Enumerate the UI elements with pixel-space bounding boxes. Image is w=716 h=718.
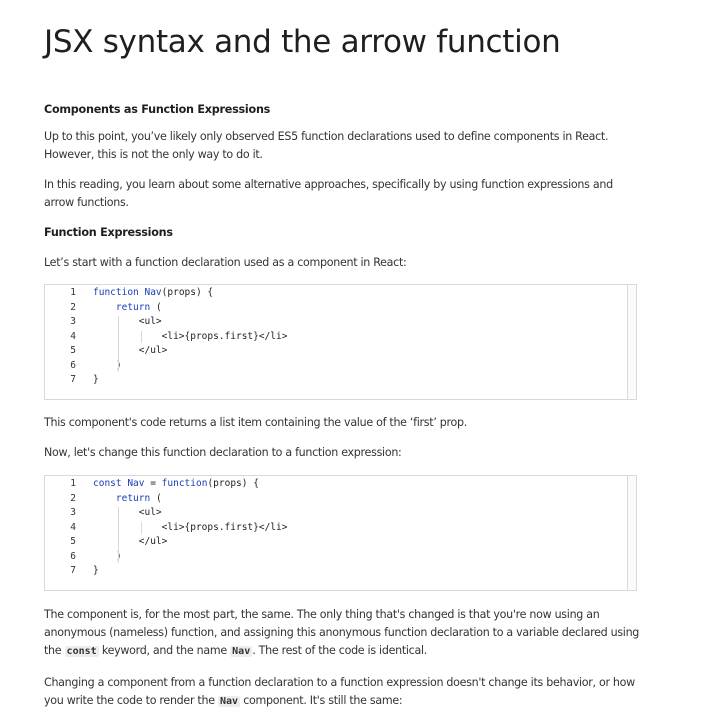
inline-code-nav: Nav (230, 646, 253, 657)
code-line: 1 const Nav = function(props) { (45, 477, 605, 492)
code-token: <ul> (93, 316, 162, 327)
line-number: 6 (70, 550, 76, 562)
line-number: 2 (70, 492, 76, 504)
code-line: 3 <ul> (45, 506, 605, 521)
code-line: 7} (45, 564, 605, 579)
line-number: 4 (70, 330, 76, 342)
code-token: } (93, 565, 99, 576)
line-number: 5 (70, 536, 76, 547)
code-text: return ( (93, 301, 162, 316)
code-text: <li>{props.first}</li> (93, 330, 288, 345)
code-scrollbar[interactable] (627, 285, 636, 399)
line-number: 7 (70, 565, 76, 576)
code-token: <li>{props.first}</li> (93, 521, 288, 533)
code-text: } (93, 564, 99, 579)
declaration-intro-paragraph: Let’s start with a function declaration … (44, 256, 407, 269)
code-keyword: Nav (121, 478, 145, 489)
behavior-unchanged-paragraph: Changing a component from a function dec… (44, 676, 635, 707)
code-text: } (93, 373, 99, 388)
line-number: 4 (70, 521, 76, 533)
code-token: ( (150, 301, 162, 313)
code-token: </ul> (93, 345, 168, 356)
code-keyword: return (115, 301, 151, 313)
section-heading-components-as-function-expressions: Components as Function Expressions (44, 103, 271, 116)
line-number: 3 (70, 316, 76, 327)
code-block-function-declaration: 1 function Nav(props) {2 return (3 <ul> 4 … (44, 284, 637, 400)
inline-code-const: const (64, 646, 99, 657)
line-number: 7 (70, 374, 76, 385)
code-text: </ul> (93, 535, 168, 550)
code-line: 1 function Nav(props) { (45, 286, 605, 301)
code-line: 2 return ( (45, 492, 605, 507)
inline-code-nav: Nav (217, 696, 241, 707)
indent-guide (117, 507, 119, 563)
code-token: } (93, 374, 99, 385)
code-token: (props) { (161, 287, 214, 298)
intro-paragraph: Up to this point, you’ve likely only obs… (44, 130, 609, 161)
code-token: ( (150, 492, 162, 504)
code-line: 2 return ( (45, 301, 605, 316)
code-keyword: function (93, 287, 139, 298)
code-keyword: function (161, 478, 208, 489)
line-number: 1 (70, 287, 76, 298)
code-token: </ul> (93, 536, 168, 547)
code-text: <li>{props.first}</li> (93, 521, 288, 536)
code-line: 4 <li>{props.first}</li> (45, 521, 605, 536)
code-text: return ( (93, 492, 162, 507)
code-token: <li>{props.first}</li> (93, 330, 288, 342)
code-block-function-expression: 1 const Nav = function(props) {2 return (… (44, 475, 637, 591)
code-keyword: const (93, 478, 122, 489)
code-token: <ul> (93, 507, 162, 518)
code-scrollbar[interactable] (627, 476, 636, 590)
line-number: 6 (70, 359, 76, 371)
code-line: 6 ) (45, 359, 605, 374)
code-keyword: Nav (138, 287, 162, 298)
code-line: 5 </ul> (45, 535, 605, 550)
code-text: </ul> (93, 344, 168, 359)
line-number: 1 (70, 478, 76, 489)
code-text: const Nav = function(props) { (93, 477, 259, 492)
approaches-paragraph: In this reading, you learn about some al… (44, 178, 613, 209)
anonymous-function-paragraph: The component is, for the most part, the… (44, 608, 640, 657)
line-number: 3 (70, 507, 76, 518)
code-line: 5 </ul> (45, 344, 605, 359)
indent-guide (117, 316, 119, 372)
code-text: <ul> (93, 315, 162, 330)
change-to-expression-paragraph: Now, let's change this function declarat… (44, 446, 402, 459)
code-line: 4 <li>{props.first}</li> (45, 330, 605, 345)
code-line: 3 <ul> (45, 315, 605, 330)
code-text: <ul> (93, 506, 162, 521)
indent-guide (140, 330, 142, 343)
code-keyword: return (115, 492, 151, 504)
section-heading-function-expressions: Function Expressions (44, 226, 173, 239)
line-number: 5 (70, 345, 76, 356)
code-line: 6 ) (45, 550, 605, 565)
code-line: 7} (45, 373, 605, 388)
code-token: = (144, 478, 162, 489)
line-number: 2 (70, 301, 76, 313)
returns-list-item-paragraph: This component's code returns a list ite… (44, 416, 467, 429)
indent-guide (140, 521, 142, 534)
code-text: function Nav(props) { (93, 286, 213, 301)
code-token: (props) { (207, 478, 259, 489)
page-title: JSX syntax and the arrow function (44, 24, 561, 60)
